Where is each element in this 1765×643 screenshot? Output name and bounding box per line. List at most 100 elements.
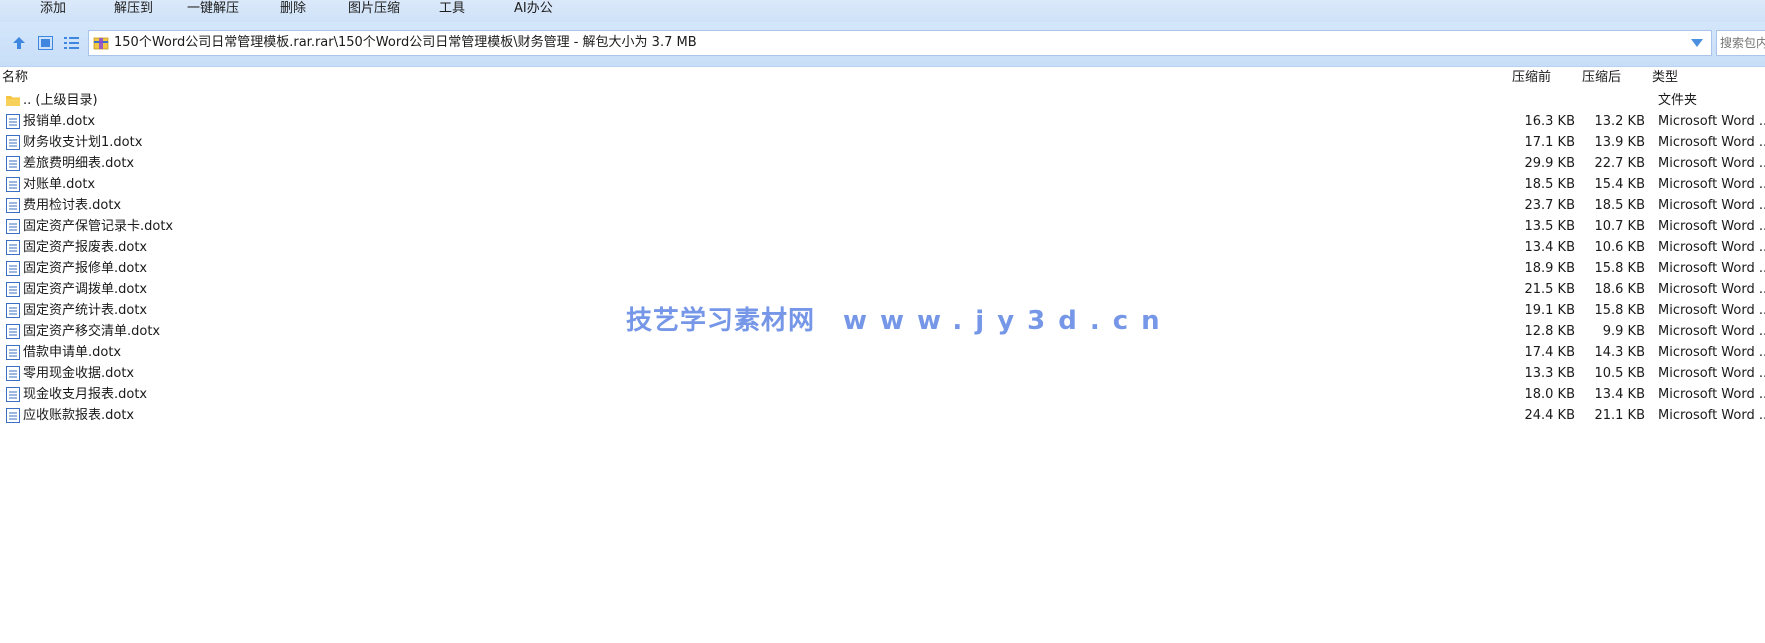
document-icon <box>6 387 20 402</box>
column-header-name[interactable]: 名称 <box>2 67 28 89</box>
document-icon <box>6 282 20 297</box>
chevron-down-icon[interactable] <box>1691 39 1703 47</box>
column-header-unpacked[interactable]: 压缩后 <box>1582 67 1621 89</box>
file-type: Microsoft Word ... <box>1658 324 1765 339</box>
table-row[interactable]: 借款申请单.dotx 17.4 KB 14.3 KB Microsoft Wor… <box>0 342 1765 363</box>
file-rows: .. (上级目录) 文件夹 报销单.dotx 16.3 KB 13.2 KB M… <box>0 90 1765 426</box>
table-row[interactable]: 差旅费明细表.dotx 29.9 KB 22.7 KB Microsoft Wo… <box>0 153 1765 174</box>
address-bar[interactable]: 150个Word公司日常管理模板.rar.rar\150个Word公司日常管理模… <box>88 30 1712 56</box>
column-header-packed[interactable]: 压缩前 <box>1512 67 1551 89</box>
packed-size: 13.5 KB <box>1524 219 1575 234</box>
thumbnail-view-button[interactable] <box>36 34 54 52</box>
unpacked-size: 10.7 KB <box>1594 219 1645 234</box>
unpacked-size: 21.1 KB <box>1594 408 1645 423</box>
unpacked-size: 15.4 KB <box>1594 177 1645 192</box>
packed-size: 13.4 KB <box>1524 240 1575 255</box>
document-icon <box>6 261 20 276</box>
table-row[interactable]: 固定资产保管记录卡.dotx 13.5 KB 10.7 KB Microsoft… <box>0 216 1765 237</box>
menu-image-compress[interactable]: 图片压缩 <box>348 1 400 17</box>
file-type: Microsoft Word ... <box>1658 198 1765 213</box>
packed-size: 17.4 KB <box>1524 345 1575 360</box>
list-view-button[interactable] <box>62 34 80 52</box>
packed-size: 18.5 KB <box>1524 177 1575 192</box>
packed-size: 13.3 KB <box>1524 366 1575 381</box>
file-type: Microsoft Word ... <box>1658 303 1765 318</box>
packed-size: 18.0 KB <box>1524 387 1575 402</box>
column-header-type[interactable]: 类型 <box>1652 67 1678 89</box>
archive-window: 添加 解压到 一键解压 删除 图片压缩 工具 AI办公 150个Word公司日常… <box>0 0 1765 643</box>
file-type: Microsoft Word ... <box>1658 366 1765 381</box>
file-name: 应收账款报表.dotx <box>23 408 135 423</box>
file-type: Microsoft Word ... <box>1658 219 1765 234</box>
table-row[interactable]: 固定资产报废表.dotx 13.4 KB 10.6 KB Microsoft W… <box>0 237 1765 258</box>
packed-size: 29.9 KB <box>1524 156 1575 171</box>
file-type: Microsoft Word ... <box>1658 282 1765 297</box>
file-type: Microsoft Word ... <box>1658 135 1765 150</box>
table-row[interactable]: 费用检讨表.dotx 23.7 KB 18.5 KB Microsoft Wor… <box>0 195 1765 216</box>
file-name: 固定资产统计表.dotx <box>23 303 148 318</box>
unpacked-size: 18.6 KB <box>1594 282 1645 297</box>
document-icon <box>6 219 20 234</box>
up-folder-button[interactable] <box>10 34 28 52</box>
file-name: 固定资产调拨单.dotx <box>23 282 148 297</box>
menu-extract-to[interactable]: 解压到 <box>114 1 153 17</box>
file-name: 固定资产保管记录卡.dotx <box>23 219 174 234</box>
file-name: 财务收支计划1.dotx <box>23 135 143 150</box>
file-name: 零用现金收据.dotx <box>23 366 135 381</box>
document-icon <box>6 303 20 318</box>
unpacked-size: 22.7 KB <box>1594 156 1645 171</box>
table-row[interactable]: 零用现金收据.dotx 13.3 KB 10.5 KB Microsoft Wo… <box>0 363 1765 384</box>
table-row[interactable]: 现金收支月报表.dotx 18.0 KB 13.4 KB Microsoft W… <box>0 384 1765 405</box>
packed-size: 21.5 KB <box>1524 282 1575 297</box>
table-row[interactable]: 应收账款报表.dotx 24.4 KB 21.1 KB Microsoft Wo… <box>0 405 1765 426</box>
arrow-up-icon <box>13 37 25 49</box>
document-icon <box>6 345 20 360</box>
packed-size: 16.3 KB <box>1524 114 1575 129</box>
table-row[interactable]: 固定资产报修单.dotx 18.9 KB 15.8 KB Microsoft W… <box>0 258 1765 279</box>
table-row[interactable]: 固定资产调拨单.dotx 21.5 KB 18.6 KB Microsoft W… <box>0 279 1765 300</box>
file-type: Microsoft Word ... <box>1658 345 1765 360</box>
table-row[interactable]: 对账单.dotx 18.5 KB 15.4 KB Microsoft Word … <box>0 174 1765 195</box>
table-row[interactable]: 财务收支计划1.dotx 17.1 KB 13.9 KB Microsoft W… <box>0 132 1765 153</box>
file-type: Microsoft Word ... <box>1658 156 1765 171</box>
menu-ai-office[interactable]: AI办公 <box>514 1 553 17</box>
thumbnail-view-icon <box>37 36 53 50</box>
address-path: 150个Word公司日常管理模板.rar.rar\150个Word公司日常管理模… <box>114 35 697 50</box>
file-type: 文件夹 <box>1658 93 1698 108</box>
file-name: 报销单.dotx <box>23 114 96 129</box>
menu-tools[interactable]: 工具 <box>439 1 465 17</box>
unpacked-size: 14.3 KB <box>1594 345 1645 360</box>
document-icon <box>6 135 20 150</box>
archive-icon <box>93 37 109 50</box>
file-name: 费用检讨表.dotx <box>23 198 122 213</box>
file-name: 借款申请单.dotx <box>23 345 122 360</box>
table-row[interactable]: 报销单.dotx 16.3 KB 13.2 KB Microsoft Word … <box>0 111 1765 132</box>
packed-size: 24.4 KB <box>1524 408 1575 423</box>
search-field[interactable] <box>1716 30 1765 56</box>
packed-size: 23.7 KB <box>1524 198 1575 213</box>
file-name: 固定资产移交清单.dotx <box>23 324 161 339</box>
table-row[interactable]: .. (上级目录) 文件夹 <box>0 90 1765 111</box>
file-type: Microsoft Word ... <box>1658 177 1765 192</box>
folder-icon <box>6 96 20 106</box>
document-icon <box>6 240 20 255</box>
search-input[interactable] <box>1720 36 1765 50</box>
document-icon <box>6 114 20 129</box>
menu-add[interactable]: 添加 <box>40 1 66 17</box>
watermark: 技艺学习素材网 www.jy3d.cn <box>626 300 1173 337</box>
packed-size: 12.8 KB <box>1524 324 1575 339</box>
address-row: 150个Word公司日常管理模板.rar.rar\150个Word公司日常管理模… <box>0 22 1765 67</box>
document-icon <box>6 198 20 213</box>
file-type: Microsoft Word ... <box>1658 387 1765 402</box>
unpacked-size: 10.5 KB <box>1594 366 1645 381</box>
menu-delete[interactable]: 删除 <box>280 1 306 17</box>
file-type: Microsoft Word ... <box>1658 240 1765 255</box>
unpacked-size: 10.6 KB <box>1594 240 1645 255</box>
unpacked-size: 15.8 KB <box>1594 303 1645 318</box>
packed-size: 18.9 KB <box>1524 261 1575 276</box>
unpacked-size: 13.2 KB <box>1594 114 1645 129</box>
unpacked-size: 9.9 KB <box>1602 324 1645 339</box>
file-name: 现金收支月报表.dotx <box>23 387 148 402</box>
unpacked-size: 15.8 KB <box>1594 261 1645 276</box>
menu-one-click-extract[interactable]: 一键解压 <box>187 1 239 17</box>
